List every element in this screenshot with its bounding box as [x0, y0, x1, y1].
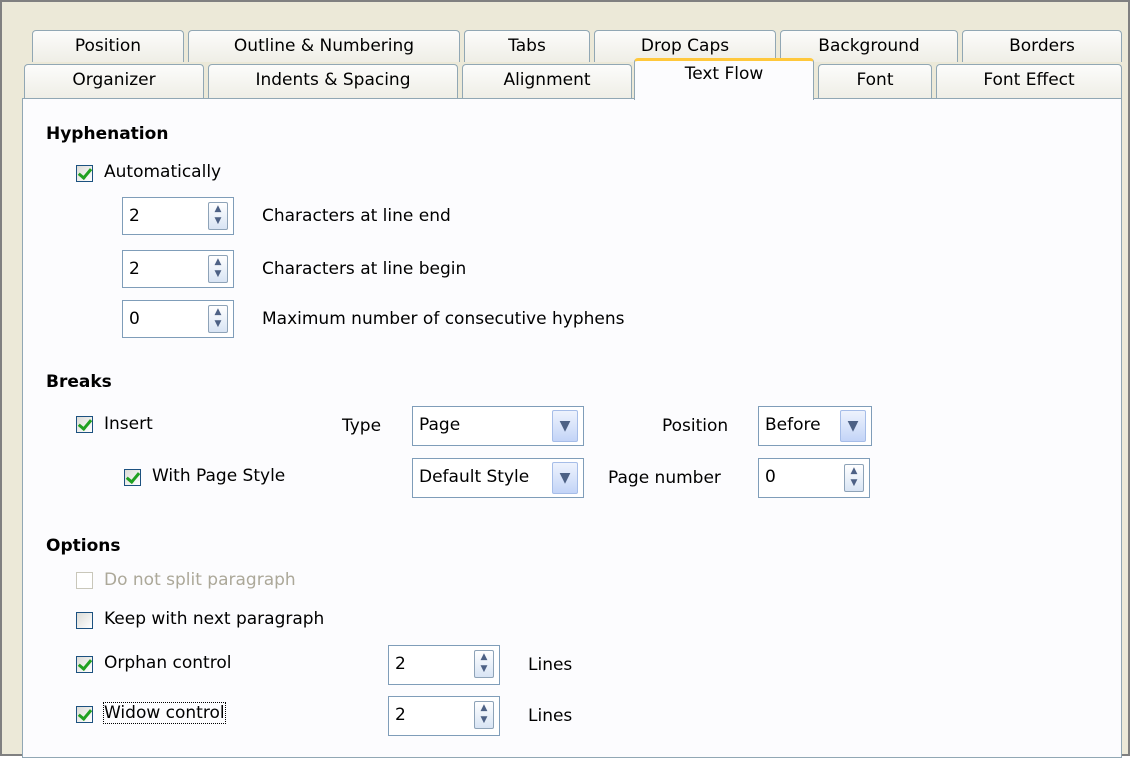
max-hyphens-value: 0 [129, 309, 140, 329]
checkmark-icon [77, 705, 93, 722]
tab-position[interactable]: Position [32, 30, 184, 62]
with-page-style-checkbox[interactable] [124, 468, 141, 486]
tab-font-effect[interactable]: Font Effect [936, 64, 1122, 98]
position-label: Position [662, 416, 729, 436]
line-end-value: 2 [129, 206, 140, 226]
hyphenation-heading: Hyphenation [46, 124, 169, 144]
max-hyphens-spinner-icon[interactable]: ▲ ▼ [208, 305, 228, 333]
widow-control-checkbox[interactable] [76, 705, 93, 723]
breaks-heading: Breaks [46, 372, 112, 392]
tab-text-flow[interactable]: Text Flow [634, 58, 814, 100]
checkmark-icon [125, 468, 141, 485]
do-not-split-checkbox [76, 572, 93, 589]
widow-lines-value: 2 [395, 705, 406, 725]
tab-font[interactable]: Font [818, 64, 932, 98]
page-style-value: Default Style [419, 467, 530, 487]
tab-tabs[interactable]: Tabs [464, 30, 590, 62]
checkmark-icon [77, 164, 93, 181]
position-value: Before [765, 415, 821, 435]
widow-lines-unit: Lines [528, 706, 573, 726]
orphan-control-checkbox[interactable] [76, 655, 93, 673]
orphan-control-label[interactable]: Orphan control [104, 653, 231, 673]
tab-indents-spacing[interactable]: Indents & Spacing [208, 64, 458, 98]
tab-organizer[interactable]: Organizer [24, 64, 204, 98]
checkmark-icon [77, 655, 93, 672]
orphan-lines-unit: Lines [528, 655, 573, 675]
max-hyphens-label: Maximum number of consecutive hyphens [262, 309, 625, 329]
orphan-lines-value: 2 [395, 654, 406, 674]
type-label: Type [342, 416, 382, 436]
keep-with-next-checkbox[interactable] [76, 612, 93, 629]
automatically-checkbox[interactable] [76, 164, 93, 182]
line-end-spinner-icon[interactable]: ▲ ▼ [208, 202, 228, 230]
widow-spinner-icon[interactable]: ▲ ▼ [474, 701, 494, 729]
position-dropdown-chevron-down-icon[interactable]: ▼ [840, 410, 866, 442]
page-number-label: Page number [608, 468, 721, 488]
line-begin-spinner-icon[interactable]: ▲ ▼ [208, 255, 228, 283]
keep-with-next-label[interactable]: Keep with next paragraph [104, 609, 324, 629]
with-page-style-label[interactable]: With Page Style [152, 466, 285, 486]
page-number-spinner-icon[interactable]: ▲ ▼ [844, 464, 864, 492]
type-value: Page [419, 415, 461, 435]
insert-checkbox[interactable] [76, 415, 93, 433]
checkmark-icon [77, 415, 93, 432]
widow-control-label[interactable]: Widow control [103, 702, 226, 724]
insert-label[interactable]: Insert [104, 414, 153, 434]
options-heading: Options [46, 536, 121, 556]
line-begin-label: Characters at line begin [262, 259, 467, 279]
tab-outline-numbering[interactable]: Outline & Numbering [188, 30, 460, 62]
line-begin-value: 2 [129, 259, 140, 279]
orphan-spinner-icon[interactable]: ▲ ▼ [474, 650, 494, 678]
tab-borders[interactable]: Borders [962, 30, 1122, 62]
page-number-value: 0 [765, 467, 776, 487]
paragraph-dialog: Position Outline & Numbering Tabs Drop C… [0, 0, 1130, 758]
automatically-label[interactable]: Automatically [104, 162, 221, 182]
page-style-dropdown-chevron-down-icon[interactable]: ▼ [552, 462, 578, 494]
tab-alignment[interactable]: Alignment [462, 64, 632, 98]
do-not-split-label: Do not split paragraph [104, 570, 296, 590]
line-end-label: Characters at line end [262, 206, 451, 226]
type-dropdown-chevron-down-icon[interactable]: ▼ [552, 410, 578, 442]
